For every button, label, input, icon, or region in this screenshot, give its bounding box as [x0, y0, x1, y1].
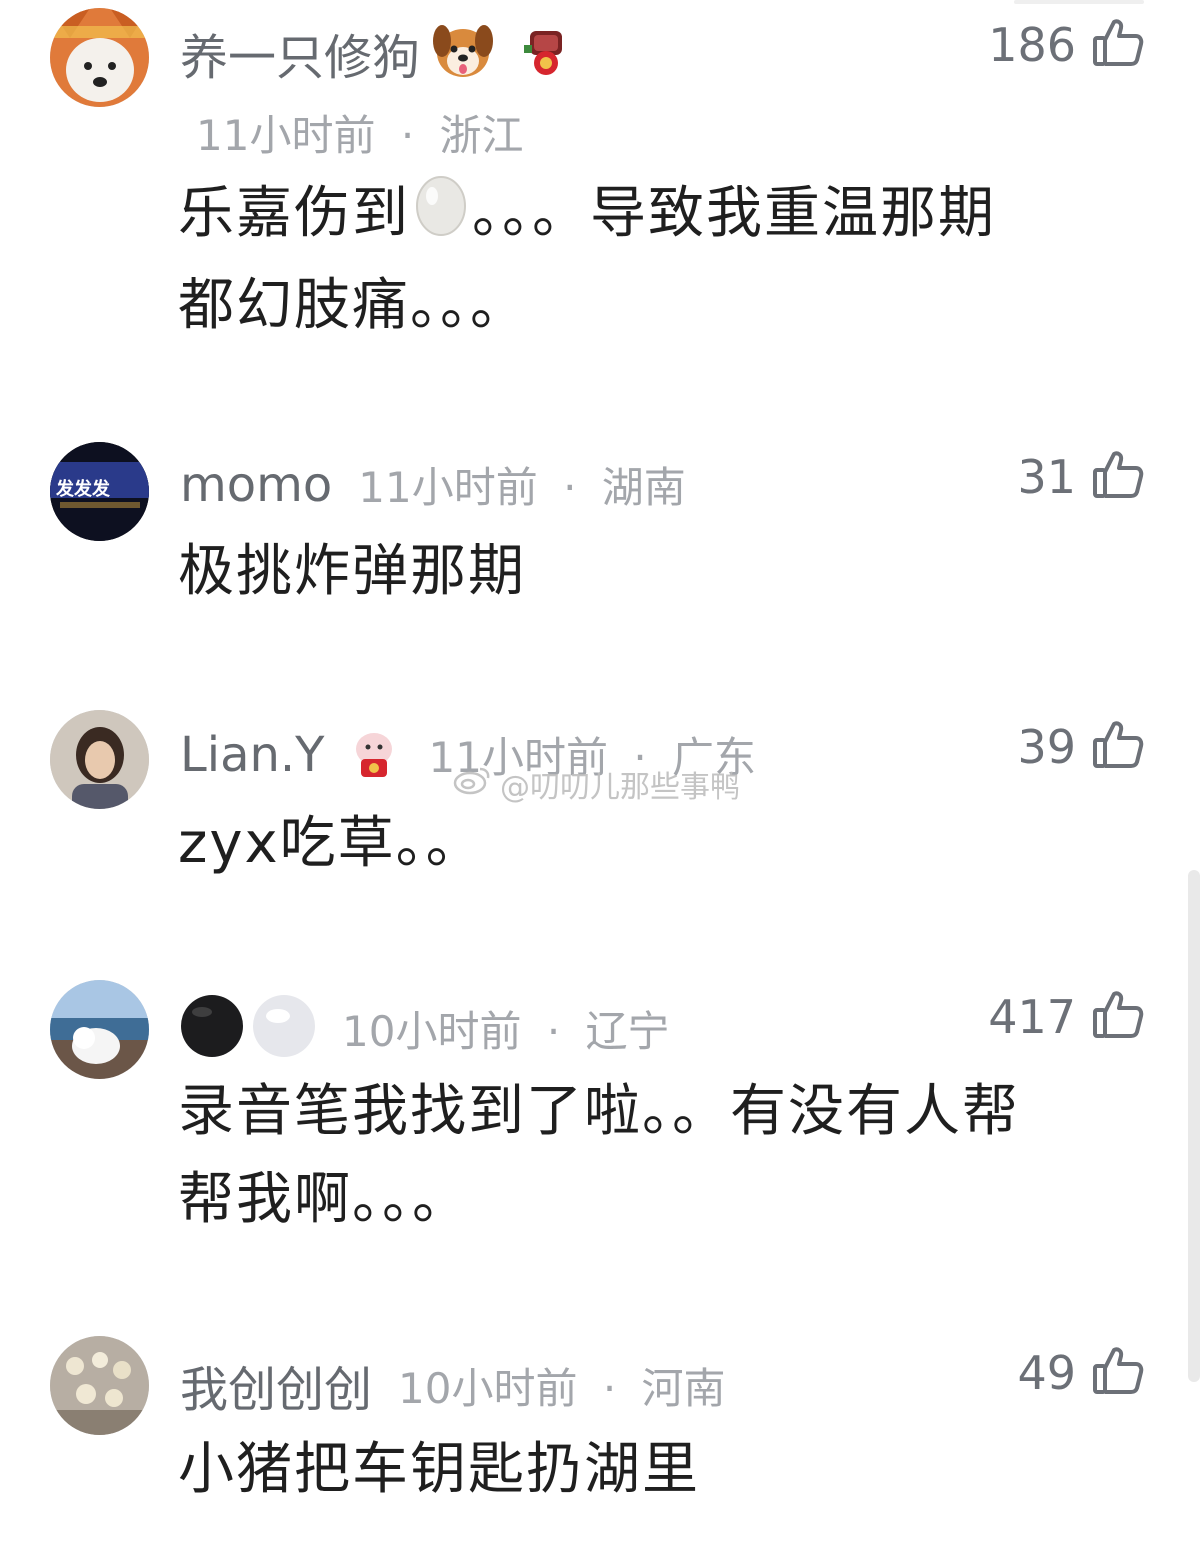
like-count: 417: [988, 990, 1076, 1044]
like-control[interactable]: 186: [988, 18, 1144, 72]
timestamp: 11小时前: [196, 111, 376, 160]
like-control[interactable]: 49: [1017, 1346, 1144, 1400]
separator-dot: ·: [602, 1363, 617, 1413]
like-count: 49: [1017, 1346, 1076, 1400]
like-control[interactable]: 31: [1017, 450, 1144, 504]
thumbs-up-outline-icon[interactable]: [1092, 450, 1144, 504]
top-edge-bar: [1014, 0, 1144, 4]
avatar[interactable]: [50, 8, 149, 107]
location: 辽宁: [585, 1006, 670, 1056]
like-count: 39: [1017, 720, 1076, 774]
egg-icon: [414, 172, 468, 262]
like-control[interactable]: 39: [1017, 720, 1144, 774]
watermark-text: @叨叨儿那些事鸭: [500, 770, 740, 805]
username[interactable]: Lian.Y: [180, 727, 325, 783]
timestamp: 11小时前: [358, 463, 538, 512]
thumbs-up-outline-icon[interactable]: [1092, 990, 1144, 1044]
location: 湖南: [601, 463, 686, 512]
location: 河南: [641, 1363, 726, 1413]
thumbs-up-outline-icon[interactable]: [1092, 720, 1144, 774]
lucky-cat-badge-icon: [524, 25, 568, 81]
weibo-logo-icon: [452, 765, 492, 803]
comment-text: 小猪把车钥匙扔湖里: [178, 1437, 700, 1502]
timestamp: 10小时前: [342, 1006, 522, 1056]
lucky-cat-badge-icon: [351, 727, 397, 783]
dog-face-icon: [430, 21, 496, 85]
location: 浙江: [439, 111, 524, 160]
avatar-text: 发发发: [55, 478, 111, 500]
watermark: @叨叨儿那些事鸭: [452, 762, 740, 806]
black-circle-icon: [180, 994, 244, 1062]
avatar[interactable]: [50, 710, 149, 809]
comment-text: zyx吃草。。: [178, 811, 484, 876]
avatar[interactable]: [50, 980, 149, 1079]
separator-dot: ·: [546, 1006, 561, 1056]
comment-text: 录音笔我找到了啦。。有没有人帮 帮我啊。。。: [178, 1068, 1138, 1244]
avatar[interactable]: [50, 1336, 149, 1435]
comment-text-line: 。。。导致我重温那期: [472, 181, 996, 246]
timestamp: 10小时前: [398, 1363, 578, 1413]
comment-text-line: 都幻肢痛。。。: [178, 272, 528, 338]
like-control[interactable]: 417: [988, 990, 1144, 1044]
username[interactable]: 养一只修狗: [180, 18, 420, 88]
like-count: 31: [1017, 450, 1076, 504]
thumbs-up-outline-icon[interactable]: [1092, 18, 1144, 72]
comment-text-line: 乐嘉伤到: [178, 181, 410, 246]
username[interactable]: 我创创创: [180, 1350, 372, 1420]
comment-text-line: 帮我啊。。。: [178, 1167, 470, 1232]
comment-text-line: 录音笔我找到了啦。。有没有人帮: [178, 1079, 1020, 1144]
separator-dot: ·: [563, 463, 577, 512]
like-count: 186: [988, 18, 1076, 72]
scrollbar[interactable]: [1188, 870, 1200, 1382]
white-circle-icon: [252, 994, 316, 1062]
comment-text: 极挑炸弹那期: [178, 539, 526, 604]
thumbs-up-outline-icon[interactable]: [1092, 1346, 1144, 1400]
avatar[interactable]: 发发发: [50, 442, 149, 541]
comment-text: 乐嘉伤到 。。。导致我重温那期 都幻肢痛。。。: [178, 170, 1138, 350]
username[interactable]: momo: [180, 457, 332, 513]
separator-dot: ·: [400, 111, 415, 160]
